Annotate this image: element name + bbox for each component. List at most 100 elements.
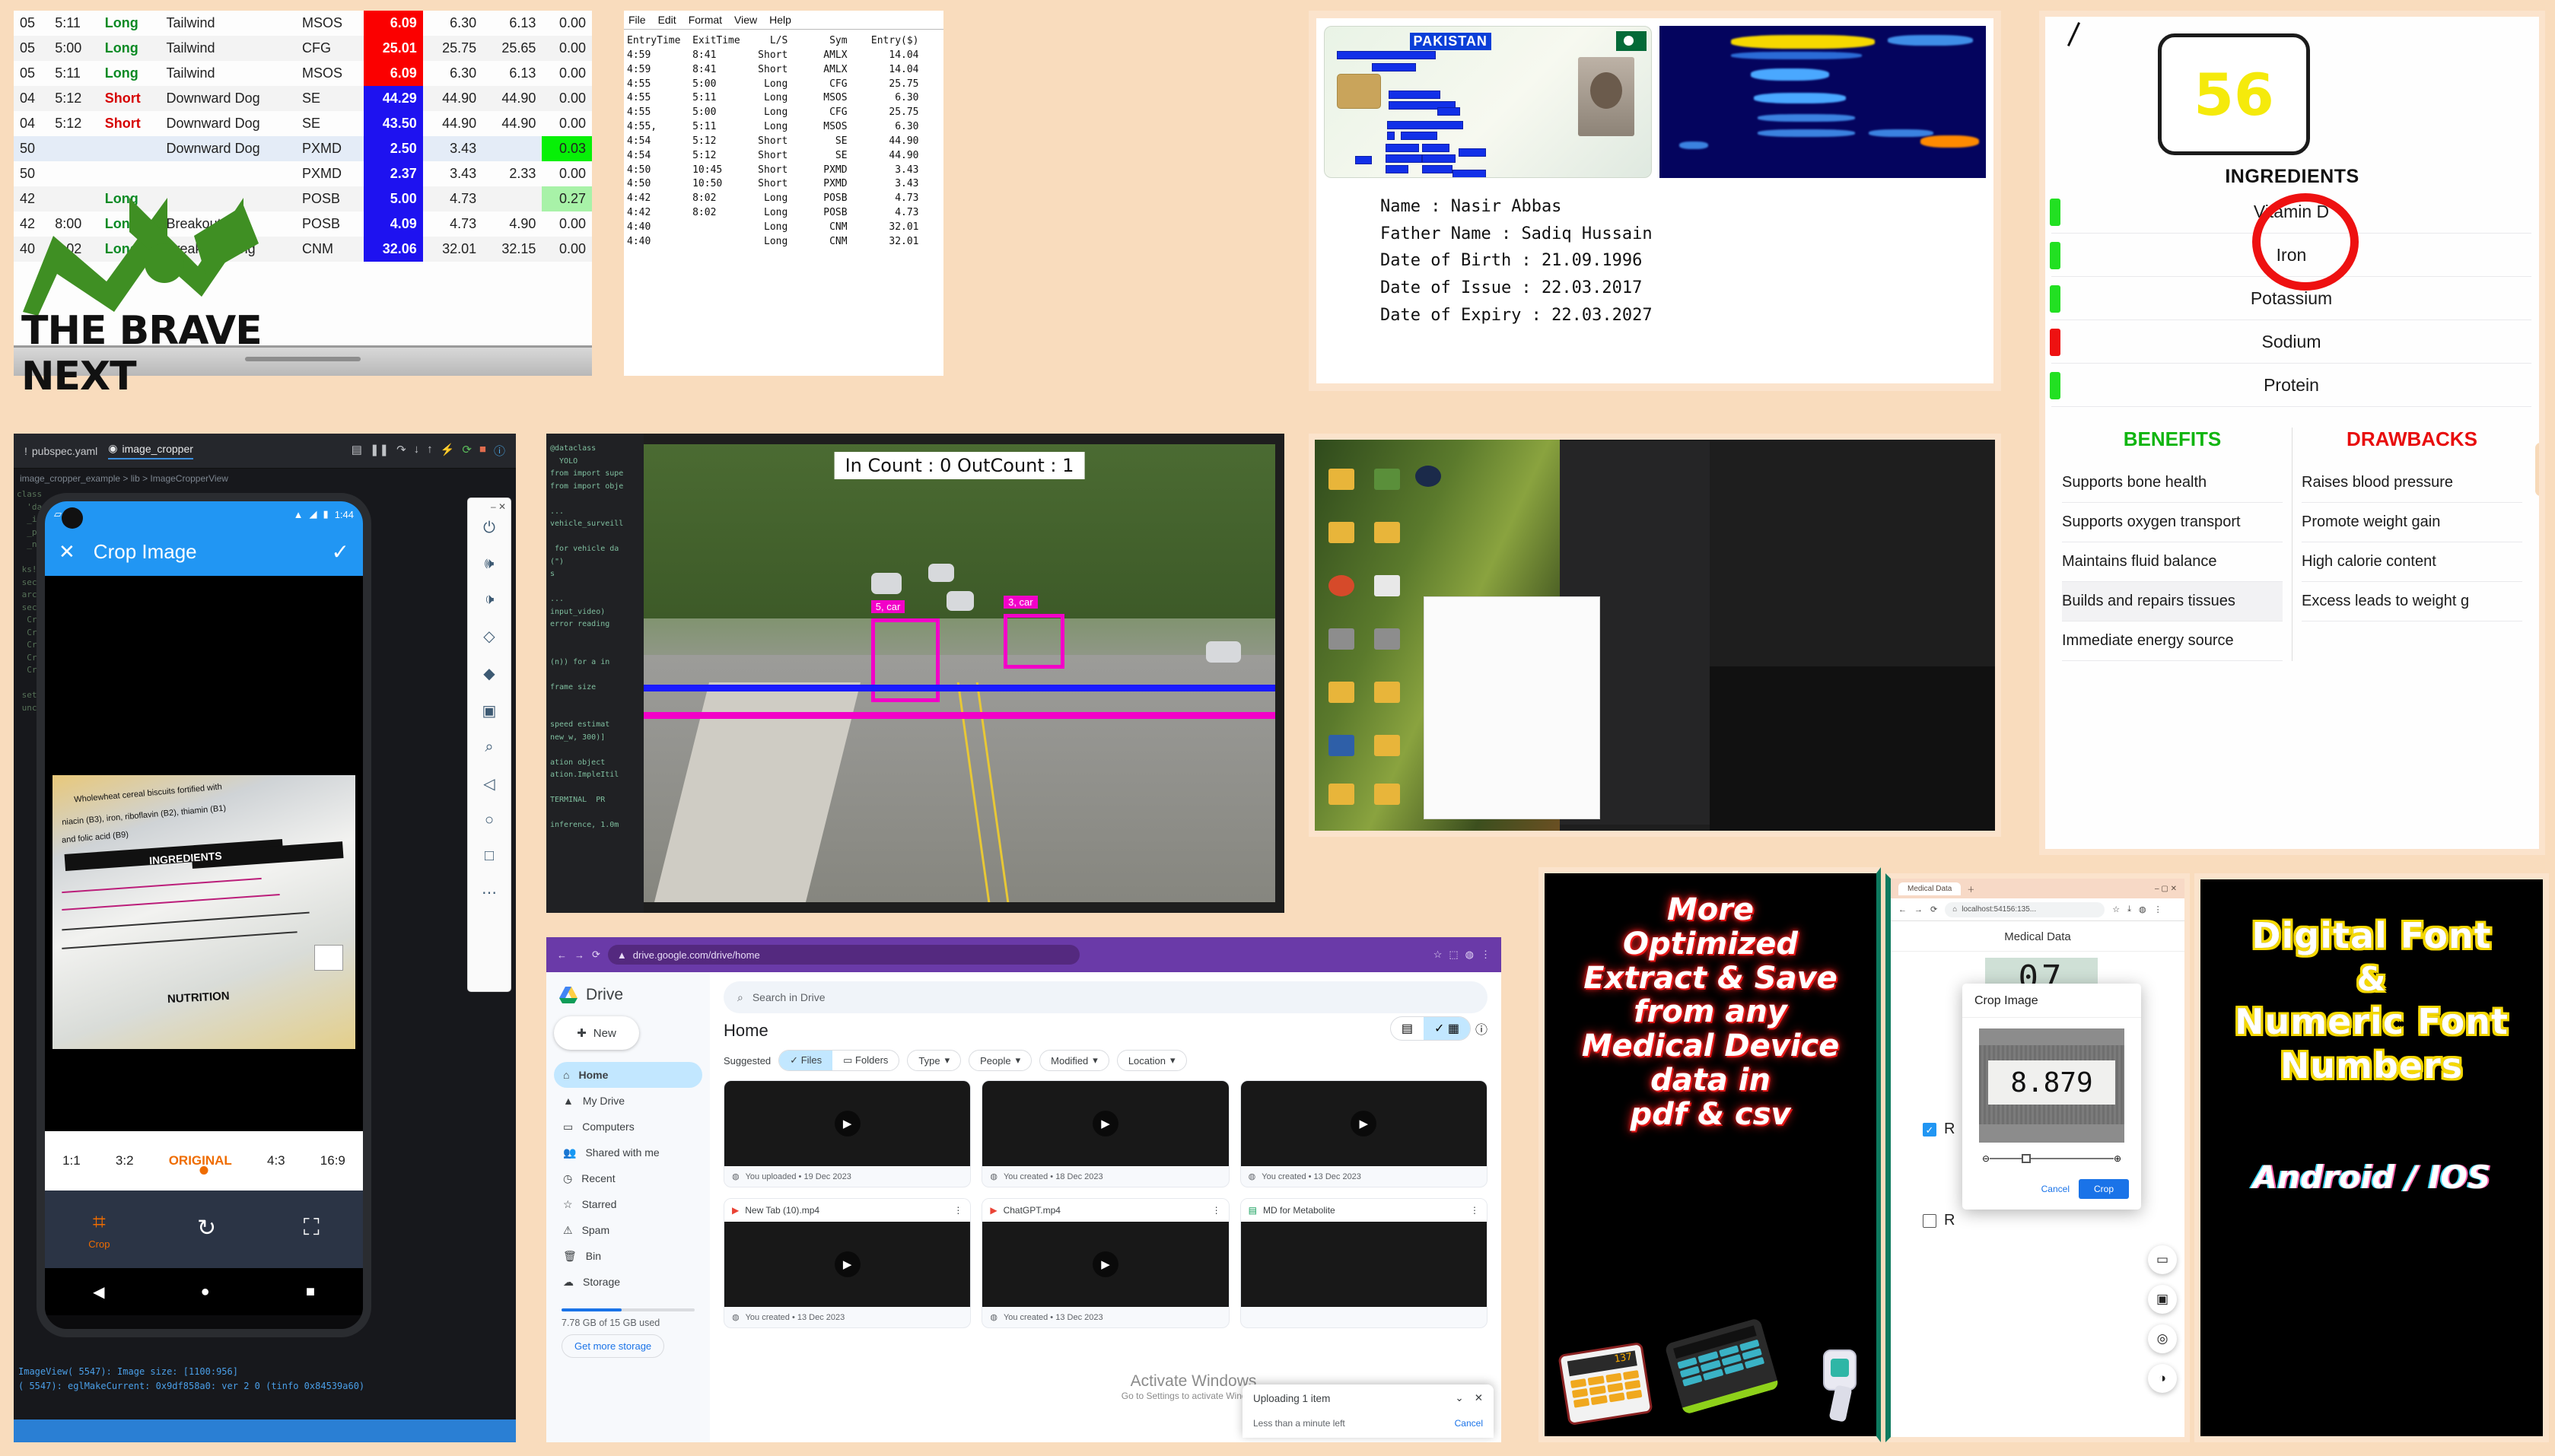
close-icon[interactable]: ✕ <box>1475 1392 1483 1404</box>
file-card[interactable]: ▶ ◍ You created • 13 Dec 2023 <box>1239 1080 1488 1187</box>
check-icon[interactable]: ✓ <box>332 539 349 564</box>
sidebar-item-storage[interactable]: ☁ Storage <box>554 1269 702 1295</box>
table-row[interactable]: 04 5:12 Short Downward Dog SE 43.50 44.90 44.90… <box>14 111 592 136</box>
play-icon[interactable]: ▶ <box>1092 1111 1118 1137</box>
filter-chip-people[interactable]: People ▾ <box>969 1050 1032 1071</box>
rotate-left-icon[interactable]: ◇ <box>483 627 495 646</box>
profile-icon[interactable]: ◍ <box>1465 949 1474 961</box>
new-tab-icon[interactable]: ＋ <box>1967 883 1974 895</box>
menu-item[interactable]: Format <box>689 14 722 26</box>
ingredient-row[interactable]: Sodium <box>2050 320 2531 364</box>
profile-icon[interactable]: ◍ <box>2139 904 2146 914</box>
new-button[interactable]: ✚ New <box>554 1016 639 1050</box>
files-segment[interactable]: ✓ Files <box>779 1051 833 1070</box>
zoom-slider[interactable]: ⊖ ⊕ <box>1982 1150 2121 1167</box>
home-icon[interactable]: ● <box>201 1283 210 1301</box>
sidebar-item-home[interactable]: ⌂ Home <box>554 1062 702 1088</box>
browser-tab[interactable]: Medical Data <box>1898 882 1962 895</box>
zoom-out-icon[interactable]: ⊖ <box>1982 1153 1990 1164</box>
ratio-option[interactable]: 4:3 <box>267 1153 285 1168</box>
download-icon[interactable]: ⤓ <box>2127 904 2131 914</box>
file-card[interactable]: ▶ ◍ You uploaded • 19 Dec 2023 <box>724 1080 972 1187</box>
ratio-option[interactable]: ORIGINAL <box>169 1153 232 1168</box>
back-icon[interactable]: ← <box>557 949 567 961</box>
table-row[interactable]: 05 5:11 Long Tailwind MSOS 6.09 6.30 6.13 0.00 <box>14 11 592 36</box>
restart-icon[interactable]: ⟳ <box>462 443 472 459</box>
crop-tool-button[interactable]: ⌗ Crop <box>88 1210 110 1250</box>
cancel-button[interactable]: Cancel <box>2041 1184 2070 1194</box>
menu-icon[interactable]: ⋮ <box>2154 904 2162 914</box>
notepad-menubar[interactable]: File Edit Format View Help <box>624 11 943 30</box>
bookmark-icon[interactable]: ☆ <box>2112 904 2120 914</box>
ingredient-row[interactable]: Iron <box>2050 234 2531 277</box>
ingredient-row[interactable]: Potassium <box>2050 277 2531 320</box>
file-card[interactable]: ▶ ◍ You created • 18 Dec 2023 <box>982 1080 1230 1187</box>
table-row[interactable]: 50 Downward Dog PXMD 2.50 3.43 0.03 <box>14 136 592 161</box>
menu-item[interactable]: Help <box>769 14 791 26</box>
device-icon[interactable]: ▤ <box>352 443 362 459</box>
camera-icon[interactable]: ▣ <box>2148 1285 2177 1314</box>
more-icon[interactable]: ⋮ <box>1212 1205 1221 1216</box>
ratio-option[interactable]: 1:1 <box>62 1153 81 1168</box>
chevron-down-icon[interactable]: ⌄ <box>1455 1392 1463 1404</box>
info-icon[interactable]: ⓘ <box>494 443 505 459</box>
sidebar-item-starred[interactable]: ☆ Starred <box>554 1191 702 1217</box>
crop-canvas[interactable]: Wholewheat cereal biscuits fortified wit… <box>45 576 363 1131</box>
step-into-icon[interactable]: ↓ <box>414 443 420 459</box>
play-icon[interactable]: ▶ <box>1351 1111 1377 1137</box>
play-icon[interactable]: ▶ <box>834 1251 861 1277</box>
file-card[interactable]: ▶ ChatGPT.mp4 ⋮ ▶ ◍ You created • 13 Dec 2023 <box>982 1198 1230 1328</box>
close-icon[interactable]: ✕ <box>59 540 75 564</box>
theme-icon[interactable]: ◑ <box>2148 1364 2177 1393</box>
get-more-storage-button[interactable]: Get more storage <box>562 1334 665 1358</box>
layers-icon[interactable]: ◎ <box>2148 1324 2177 1353</box>
sidebar-item-spam[interactable]: ⚠ Spam <box>554 1217 702 1243</box>
sidebar-item-bin[interactable]: 🗑 Bin <box>554 1243 702 1269</box>
reload-icon[interactable]: ⟳ <box>1930 904 1937 914</box>
table-row[interactable]: 05 5:11 Long Tailwind MSOS 6.09 6.30 6.13 0.00 <box>14 61 592 86</box>
play-icon[interactable]: ▶ <box>1092 1251 1118 1277</box>
back-icon[interactable]: ◀ <box>93 1283 104 1302</box>
table-row[interactable]: 50 PXMD 2.37 3.43 2.33 0.00 <box>14 161 592 186</box>
notepad-text-area[interactable]: EntryTime ExitTime L/S Sym Entry($) 4:59… <box>624 30 943 253</box>
more-icon[interactable]: ⋯ <box>482 883 497 902</box>
sidebar-item-recent[interactable]: ◷ Recent <box>554 1165 702 1191</box>
step-out-icon[interactable]: ↑ <box>427 443 433 459</box>
option-row-1[interactable]: ✓ R <box>1923 1121 1955 1138</box>
menu-item[interactable]: File <box>628 14 646 26</box>
filter-chip-type[interactable]: Type ▾ <box>907 1050 962 1071</box>
sidebar-item-computers[interactable]: ▭ Computers <box>554 1114 702 1140</box>
zoom-icon[interactable]: ⌕ <box>485 739 493 756</box>
search-input[interactable]: ⌕ Search in Drive <box>724 981 1488 1013</box>
power-icon[interactable]: ⏻ <box>483 520 495 537</box>
files-folders-segment[interactable]: ✓ Files ▭ Folders <box>778 1050 900 1071</box>
back-icon[interactable]: ← <box>1898 905 1907 914</box>
reload-icon[interactable]: ⟳ <box>592 949 600 961</box>
view-toggle[interactable]: ▤ ✓ ▦ ⓘ <box>1389 1016 1488 1041</box>
crop-button[interactable]: Crop <box>2078 1179 2129 1199</box>
gallery-icon[interactable]: ▭ <box>2148 1245 2177 1274</box>
step-over-icon[interactable]: ↷ <box>396 443 406 459</box>
cereal-box-photo[interactable]: Wholewheat cereal biscuits fortified wit… <box>52 775 355 1049</box>
volume-up-icon[interactable]: 🕪 <box>485 555 495 573</box>
menu-item[interactable]: View <box>734 14 757 26</box>
crop-preview[interactable]: 8.879 <box>1979 1028 2124 1143</box>
star-icon[interactable]: ☆ <box>1433 949 1443 961</box>
slider-knob[interactable] <box>2022 1154 2032 1163</box>
overview-icon[interactable]: □ <box>485 847 494 865</box>
ingredient-row[interactable]: Protein <box>2050 364 2531 407</box>
table-row[interactable]: 05 5:00 Long Tailwind CFG 25.01 25.75 25.65 0.00 <box>14 36 592 61</box>
file-card[interactable]: ▶ New Tab (10).mp4 ⋮ ▶ ◍ You created • 13 Dec… <box>724 1198 972 1328</box>
menu-item[interactable]: Edit <box>658 14 676 26</box>
ratio-option[interactable]: 16:9 <box>320 1153 345 1168</box>
sidebar-item-my-drive[interactable]: ▲ My Drive <box>554 1088 702 1114</box>
volume-down-icon[interactable]: 🕩 <box>485 591 495 609</box>
back-icon[interactable]: ◁ <box>483 774 495 793</box>
folders-segment[interactable]: ▭ Folders <box>832 1051 899 1070</box>
address-bar[interactable]: ▲ drive.google.com/drive/home <box>607 945 1080 965</box>
ingredient-row[interactable]: Vitamin D <box>2050 190 2531 234</box>
sidebar-item-shared-with-me[interactable]: 👥 Shared with me <box>554 1140 702 1165</box>
home-icon[interactable]: ○ <box>485 812 494 829</box>
ide-tab-image-cropper[interactable]: ◉ image_cropper <box>108 442 193 459</box>
more-icon[interactable]: ⋮ <box>953 1205 963 1216</box>
